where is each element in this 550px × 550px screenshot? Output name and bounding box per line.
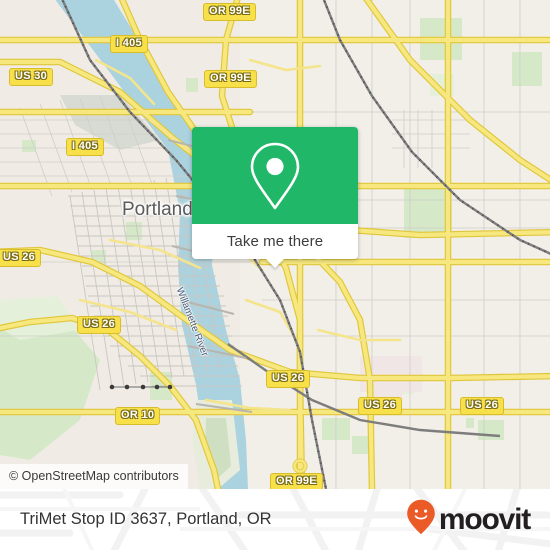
- take-me-there-label: Take me there: [226, 233, 324, 250]
- location-popup-card[interactable]: Take me there: [192, 127, 358, 268]
- road-shield: OR 99E: [270, 473, 323, 489]
- moovit-smiley-pin-icon: [406, 499, 436, 540]
- popup-pointer-tail: [266, 259, 284, 268]
- city-label-portland: Portland: [122, 199, 193, 220]
- road-shield: US 26: [358, 397, 403, 415]
- popup-header: [192, 127, 358, 224]
- road-shield: OR 10: [115, 407, 161, 425]
- road-shield: US 26: [266, 370, 311, 388]
- road-shield: US 26: [0, 249, 42, 267]
- location-title: TriMet Stop ID 3637, Portland, OR: [20, 510, 272, 528]
- moovit-wordmark: moovit: [438, 502, 531, 536]
- road-shield: I 405: [66, 138, 104, 156]
- map-pin-icon: [246, 140, 304, 212]
- map-canvas[interactable]: OR 99E I 405 US 30 OR 99E I 405 US 26 US…: [0, 0, 550, 489]
- road-shield: US 30: [9, 68, 54, 86]
- road-shield: I 405: [110, 35, 148, 53]
- footer-bar: TriMet Stop ID 3637, Portland, OR moovit: [0, 489, 550, 550]
- road-shield: OR 99E: [203, 3, 256, 21]
- road-shield: US 26: [460, 397, 505, 415]
- moovit-logo[interactable]: moovit: [406, 499, 531, 540]
- road-shield: OR 99E: [204, 70, 257, 88]
- road-shield: US 26: [77, 316, 122, 334]
- take-me-there-button[interactable]: Take me there: [192, 224, 358, 259]
- footer-content: TriMet Stop ID 3637, Portland, OR moovit: [0, 489, 550, 550]
- osm-attribution[interactable]: © OpenStreetMap contributors: [0, 464, 188, 489]
- screenshot-root: OR 99E I 405 US 30 OR 99E I 405 US 26 US…: [0, 0, 550, 550]
